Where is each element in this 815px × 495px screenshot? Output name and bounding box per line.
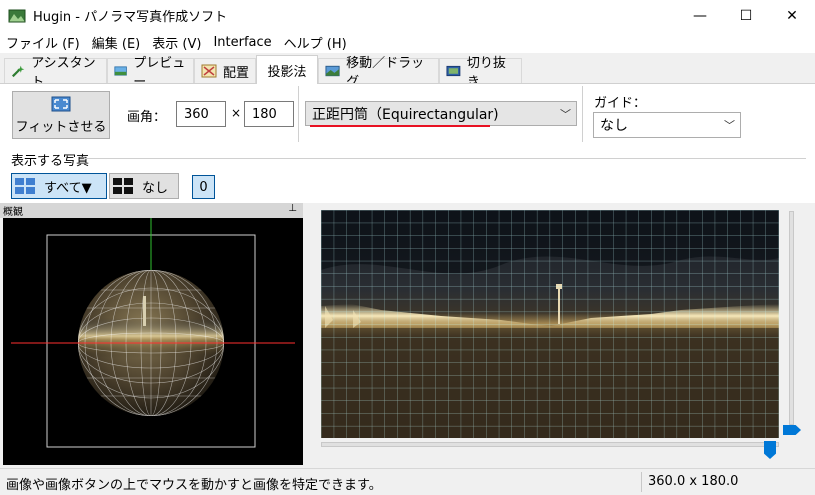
layout-icon: [201, 64, 217, 78]
tab-layout[interactable]: 配置: [194, 58, 256, 83]
overview-3d-view[interactable]: [3, 218, 303, 465]
tab-label: 配置: [223, 65, 250, 81]
status-bar: 画像や画像ボタンの上でマウスを動かすと画像を特定できます。 360.0 x 18…: [0, 468, 815, 495]
panorama-image: [321, 210, 779, 438]
wand-icon: [11, 65, 25, 78]
all-images-icon: [15, 178, 35, 194]
fit-button[interactable]: フィットさせる: [12, 91, 110, 139]
close-button[interactable]: ✕: [769, 0, 815, 31]
minimize-icon: —: [693, 7, 707, 24]
vertical-fov-slider[interactable]: [789, 211, 794, 425]
tab-preview[interactable]: プレビュー: [107, 56, 194, 90]
preview-icon: [114, 66, 127, 76]
show-all-images-button[interactable]: すべて▼: [11, 173, 107, 199]
tab-projection[interactable]: 投影法: [256, 55, 318, 84]
horizontal-fov-slider[interactable]: [321, 442, 779, 447]
fit-icon: [51, 96, 71, 111]
show-none-label: なし: [142, 180, 169, 196]
overview-header: 概観 ⊥: [0, 203, 303, 218]
projection-select-value: 正距円筒（Equirectangular): [312, 106, 499, 123]
images-section-label: 表示する写真: [11, 154, 90, 169]
menu-view[interactable]: 表示 (V): [146, 33, 207, 52]
status-fov: 360.0 x 180.0: [648, 474, 739, 489]
panel-divider: [298, 86, 299, 142]
menu-interface[interactable]: Interface: [207, 35, 277, 50]
chevron-down-icon: ﹀: [560, 108, 571, 121]
fov-vertical-input[interactable]: 180: [244, 101, 294, 127]
projection-select[interactable]: 正距円筒（Equirectangular) ﹀: [305, 101, 577, 126]
menu-edit[interactable]: 編集 (E): [86, 33, 147, 52]
menu-bar: ファイル (F) 編集 (E) 表示 (V) Interface ヘルプ (H): [0, 31, 815, 53]
status-divider: [641, 472, 642, 492]
close-icon: ✕: [786, 7, 798, 24]
menu-help[interactable]: ヘルプ (H): [278, 33, 353, 52]
hugin-app-icon: [8, 9, 26, 22]
section-divider: [84, 158, 806, 159]
tab-assistant[interactable]: アシスタント: [4, 56, 107, 90]
guide-select[interactable]: なし ﹀: [593, 112, 741, 138]
overview-title: 概観: [3, 207, 23, 218]
move-icon: [325, 65, 340, 77]
horizontal-fov-slider-thumb[interactable]: [764, 441, 776, 459]
fov-label: 画角：: [127, 110, 167, 125]
minimize-button[interactable]: —: [677, 0, 723, 31]
chevron-down-icon: ﹀: [724, 119, 735, 132]
vertical-fov-slider-thumb[interactable]: [783, 425, 801, 435]
tab-label: 投影法: [267, 64, 307, 80]
window-title: Hugin - パノラマ写真作成ソフト: [33, 10, 228, 25]
fov-times-label: ×: [231, 106, 242, 120]
maximize-icon: ☐: [739, 7, 753, 24]
overview-sphere-canvas[interactable]: [3, 218, 303, 465]
tab-bar: アシスタント プレビュー 配置 投影法 移動／ドラッグ 切り抜き: [0, 54, 815, 90]
title-bar: Hugin - パノラマ写真作成ソフト — ☐ ✕: [0, 0, 815, 31]
tab-crop[interactable]: 切り抜き: [439, 56, 522, 90]
guide-label: ガイド：: [594, 96, 647, 111]
show-no-images-button[interactable]: なし: [109, 173, 179, 199]
guide-select-value: なし: [600, 118, 628, 134]
maximize-button[interactable]: ☐: [723, 0, 769, 31]
pin-icon[interactable]: ⊥: [288, 203, 297, 214]
tab-move-drag[interactable]: 移動／ドラッグ: [318, 56, 439, 90]
menu-file[interactable]: ファイル (F): [0, 33, 86, 52]
show-all-label: すべて▼: [44, 180, 92, 196]
fov-horizontal-input[interactable]: 360: [176, 101, 226, 127]
no-images-icon: [113, 178, 133, 194]
image-toggle-0[interactable]: 0: [192, 175, 215, 199]
panel-divider: [582, 86, 583, 142]
projection-highlight-underline: [310, 125, 490, 127]
crop-icon: [446, 65, 461, 77]
panorama-preview[interactable]: [321, 210, 779, 438]
panel-splitter[interactable]: [303, 203, 311, 465]
fit-button-label: フィットさせる: [15, 119, 107, 135]
status-message: 画像や画像ボタンの上でマウスを動かすと画像を特定できます。: [6, 478, 382, 493]
preview-panel: [311, 203, 815, 465]
